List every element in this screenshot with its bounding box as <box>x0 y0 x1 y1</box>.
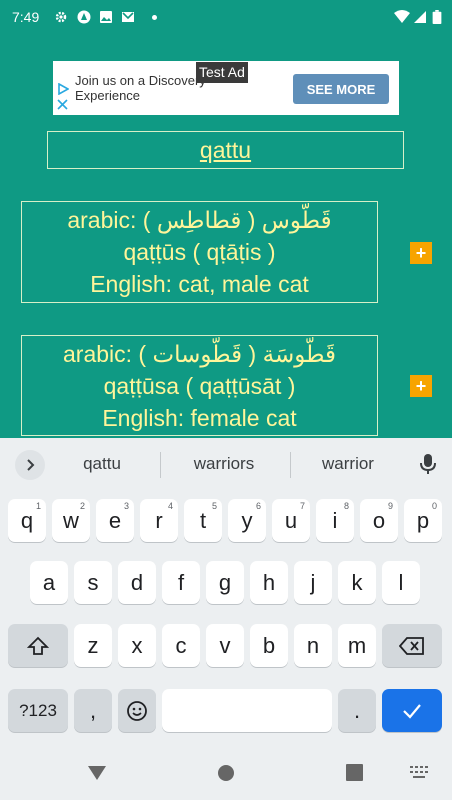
key-a[interactable]: a <box>30 561 68 604</box>
key-g[interactable]: g <box>206 561 244 604</box>
recents-icon[interactable] <box>346 764 363 781</box>
backspace-icon <box>399 636 424 655</box>
status-time: 7:49 <box>12 9 40 25</box>
result-arabic: arabic: ( قطاطِس ) قَطّوس <box>67 207 332 233</box>
key-hint: 2 <box>79 501 85 511</box>
key-w[interactable]: w2 <box>52 499 90 542</box>
emoji-key[interactable] <box>118 689 156 732</box>
key-e[interactable]: e3 <box>96 499 134 542</box>
comma-key[interactable]: , <box>74 689 112 732</box>
key-b[interactable]: b <box>250 624 288 667</box>
result-arabic: arabic: ( قَطّوسات ) قَطّوسَة <box>63 341 336 367</box>
signal-icon <box>414 11 426 23</box>
suggestion-3[interactable]: warrior <box>288 454 408 474</box>
checkmark-icon <box>403 703 421 719</box>
chevron-right-icon <box>27 459 35 471</box>
search-word-box[interactable]: qattu <box>47 131 404 169</box>
suggestion-strip: qattu warriors warrior <box>0 438 452 490</box>
key-z[interactable]: z <box>74 624 112 667</box>
navigation-bar <box>0 750 452 800</box>
key-j[interactable]: j <box>294 561 332 604</box>
key-p[interactable]: p0 <box>404 499 442 542</box>
key-t[interactable]: t5 <box>184 499 222 542</box>
key-x[interactable]: x <box>118 624 156 667</box>
expand-toolbar-button[interactable] <box>15 450 45 480</box>
key-k[interactable]: k <box>338 561 376 604</box>
symbols-key[interactable]: ?123 <box>8 689 68 732</box>
status-bar: 7:49 <box>0 0 452 34</box>
add-result-button[interactable]: + <box>410 242 432 264</box>
microphone-icon[interactable] <box>418 453 438 475</box>
key-s[interactable]: s <box>74 561 112 604</box>
photo-icon <box>100 11 112 23</box>
suggestion-divider <box>160 452 161 478</box>
result-card[interactable]: arabic: ( قطاطِس ) قَطّوس qaṭṭūs ( qṭāṭi… <box>21 201 378 303</box>
result-card[interactable]: arabic: ( قَطّوسات ) قَطّوسَة qaṭṭūsa ( … <box>21 335 378 436</box>
suggestion-1[interactable]: qattu <box>42 454 162 474</box>
key-letter: p <box>416 507 430 533</box>
key-letter: i <box>332 507 338 533</box>
key-o[interactable]: o9 <box>360 499 398 542</box>
key-hint: 4 <box>167 501 173 511</box>
adchoices-play-icon[interactable] <box>57 83 69 95</box>
key-y[interactable]: y6 <box>228 499 266 542</box>
gmail-icon <box>122 12 134 22</box>
back-icon[interactable] <box>87 764 107 782</box>
emoji-icon <box>127 700 147 721</box>
add-result-button[interactable]: + <box>410 375 432 397</box>
key-letter: u <box>284 507 298 533</box>
ad-close-icon[interactable] <box>57 99 68 110</box>
key-hint: 9 <box>387 501 393 511</box>
key-r[interactable]: r4 <box>140 499 178 542</box>
backspace-key[interactable] <box>382 624 442 667</box>
key-i[interactable]: i8 <box>316 499 354 542</box>
test-ad-badge: Test Ad <box>196 62 248 83</box>
key-hint: 3 <box>123 501 129 511</box>
key-letter: r <box>155 507 163 533</box>
more-notifications-dot <box>152 15 157 20</box>
key-letter: t <box>199 507 207 533</box>
key-letter: o <box>372 507 386 533</box>
shift-icon <box>27 636 49 655</box>
result-transliteration: qaṭṭūsa ( qaṭṭūsāt ) <box>103 373 296 399</box>
key-l[interactable]: l <box>382 561 420 604</box>
key-hint: 7 <box>299 501 305 511</box>
shift-key[interactable] <box>8 624 68 667</box>
key-letter: y <box>241 507 253 533</box>
keyboard-switch-icon[interactable] <box>410 766 428 778</box>
key-hint: 8 <box>343 501 349 511</box>
key-hint: 5 <box>211 501 217 511</box>
suggestion-2[interactable]: warriors <box>164 454 284 474</box>
home-icon[interactable] <box>217 764 235 782</box>
result-english: English: cat, male cat <box>90 271 309 297</box>
key-v[interactable]: v <box>206 624 244 667</box>
key-letter: q <box>20 507 34 533</box>
key-q[interactable]: q1 <box>8 499 46 542</box>
key-letter: e <box>108 507 122 533</box>
key-u[interactable]: u7 <box>272 499 310 542</box>
key-n[interactable]: n <box>294 624 332 667</box>
key-hint: 6 <box>255 501 261 511</box>
key-hint: 1 <box>35 501 41 511</box>
period-key[interactable]: . <box>338 689 376 732</box>
key-f[interactable]: f <box>162 561 200 604</box>
key-hint: 0 <box>431 501 437 511</box>
see-more-button[interactable]: SEE MORE <box>293 74 389 104</box>
key-d[interactable]: d <box>118 561 156 604</box>
soft-keyboard: qattu warriors warrior q1 w2 e3 r4 t5 y6… <box>0 438 452 750</box>
key-m[interactable]: m <box>338 624 376 667</box>
key-h[interactable]: h <box>250 561 288 604</box>
enter-key[interactable] <box>382 689 442 732</box>
result-english: English: female cat <box>102 405 297 431</box>
battery-icon <box>432 10 442 24</box>
app-notification-icon <box>77 10 91 24</box>
wifi-icon <box>394 10 410 23</box>
settings-icon <box>55 11 67 23</box>
space-key[interactable] <box>162 689 332 732</box>
result-transliteration: qaṭṭūs ( qṭāṭis ) <box>123 239 276 265</box>
search-word[interactable]: qattu <box>200 137 251 164</box>
key-c[interactable]: c <box>162 624 200 667</box>
key-letter: w <box>63 507 79 533</box>
